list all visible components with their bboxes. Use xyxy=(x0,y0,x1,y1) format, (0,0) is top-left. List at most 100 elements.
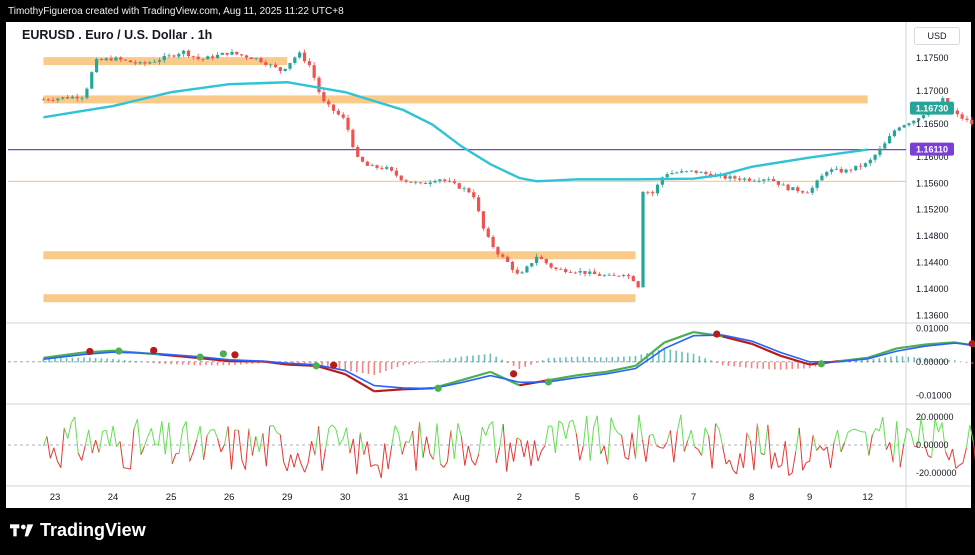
histogram-bar xyxy=(460,356,463,363)
price-axis-label: 1.14800 xyxy=(916,231,949,241)
momentum-line-segment xyxy=(154,444,159,446)
candle-body xyxy=(162,55,166,61)
momentum-line-segment xyxy=(227,426,232,470)
candle-body xyxy=(960,114,964,119)
momentum-line-segment xyxy=(150,428,156,445)
histogram-bar xyxy=(89,357,91,363)
price-axis-label: 1.17500 xyxy=(916,53,949,63)
candle-body xyxy=(539,256,544,260)
histogram-bar xyxy=(762,361,765,369)
candle-body xyxy=(365,161,369,166)
candle-body xyxy=(626,274,631,277)
candle-body xyxy=(172,55,176,57)
candle-body xyxy=(593,271,597,275)
momentum-line-segment xyxy=(370,464,375,468)
histogram-bar xyxy=(907,356,910,363)
momentum-line-segment xyxy=(471,460,476,466)
candle-body xyxy=(849,169,853,171)
time-axis-label: 9 xyxy=(807,492,812,503)
candle-body xyxy=(597,274,602,276)
candle-body xyxy=(699,172,703,173)
momentum-line-segment xyxy=(300,463,306,473)
candle-body xyxy=(501,254,505,257)
momentum-line-segment xyxy=(701,427,706,456)
candle-body xyxy=(481,211,486,229)
histogram-bar xyxy=(129,360,132,363)
momentum-axis-label: -20.00000 xyxy=(916,468,957,478)
histogram-bar xyxy=(425,361,428,363)
momentum-axis-label: 20.00000 xyxy=(916,412,954,422)
histogram-bar xyxy=(344,361,347,371)
symbol-title[interactable]: EURUSD . Euro / U.S. Dollar . 1h xyxy=(22,28,212,42)
momentum-line-segment xyxy=(579,445,584,461)
candle-body xyxy=(733,176,737,179)
histogram-bar xyxy=(419,361,422,364)
momentum-line-segment xyxy=(527,440,532,467)
time-axis-label: 5 xyxy=(575,492,580,503)
momentum-line-segment xyxy=(603,446,609,465)
momentum-line-segment xyxy=(178,428,184,454)
histogram-bar xyxy=(501,359,503,363)
momentum-line-segment xyxy=(290,454,295,468)
candle-body xyxy=(307,61,311,66)
currency-button[interactable]: USD xyxy=(914,27,960,45)
candle-body xyxy=(602,275,606,277)
candle-body xyxy=(467,188,471,193)
momentum-line-segment xyxy=(516,437,521,441)
candle-body xyxy=(452,181,457,184)
price-axis-label: 1.15200 xyxy=(916,205,949,215)
histogram-bar xyxy=(443,359,445,363)
crossover-marker xyxy=(150,346,158,355)
histogram-bar xyxy=(402,361,405,366)
histogram-bar xyxy=(959,361,962,363)
histogram-bar xyxy=(65,358,68,363)
momentum-line-segment xyxy=(509,442,515,462)
momentum-line-segment xyxy=(286,454,292,472)
momentum-line-segment xyxy=(537,450,542,462)
chart-svg[interactable]: 1.175001.170001.165001.160001.156001.152… xyxy=(0,0,975,555)
momentum-line-segment xyxy=(858,430,863,433)
momentum-line-segment xyxy=(422,436,428,458)
momentum-line-segment xyxy=(171,453,177,464)
histogram-bar xyxy=(164,361,167,365)
momentum-line-segment xyxy=(708,435,713,469)
momentum-line-segment xyxy=(157,421,163,446)
candle-body xyxy=(443,179,447,181)
momentum-line-segment xyxy=(502,423,508,472)
momentum-line-segment xyxy=(464,445,469,466)
histogram-bar xyxy=(147,361,149,363)
momentum-line-segment xyxy=(307,441,313,464)
candle-body xyxy=(781,184,785,186)
momentum-line-segment xyxy=(457,423,462,437)
momentum-line-segment xyxy=(102,429,107,432)
candle-body xyxy=(728,176,732,179)
momentum-line-segment xyxy=(753,423,758,471)
histogram-bar xyxy=(953,360,956,363)
signal-line-segment xyxy=(374,388,404,393)
momentum-line-segment xyxy=(77,452,83,461)
crossover-marker xyxy=(219,350,227,358)
screenshot-frame: TimothyFigueroa created with TradingView… xyxy=(0,0,975,555)
candle-body xyxy=(786,184,790,191)
candle-body xyxy=(249,57,253,60)
histogram-bar xyxy=(675,350,677,363)
candle-body xyxy=(211,56,215,59)
candle-body xyxy=(694,170,698,173)
histogram-bar xyxy=(617,356,619,363)
candle-body xyxy=(800,191,805,193)
histogram-bar xyxy=(60,358,62,363)
histogram-bar xyxy=(396,361,399,368)
histogram-bar xyxy=(681,351,683,363)
momentum-line-segment xyxy=(363,441,368,455)
candle-body xyxy=(549,263,553,268)
candle-body xyxy=(457,183,461,189)
momentum-line-segment xyxy=(554,420,560,454)
momentum-line-segment xyxy=(725,459,730,465)
candle-body xyxy=(433,181,437,183)
price-axis-label: 1.14400 xyxy=(916,258,949,268)
momentum-line-segment xyxy=(147,428,152,437)
momentum-line-segment xyxy=(631,432,636,459)
candle-body xyxy=(298,52,302,58)
momentum-line-segment xyxy=(666,430,671,443)
price-axis-label: 1.15600 xyxy=(916,178,949,188)
